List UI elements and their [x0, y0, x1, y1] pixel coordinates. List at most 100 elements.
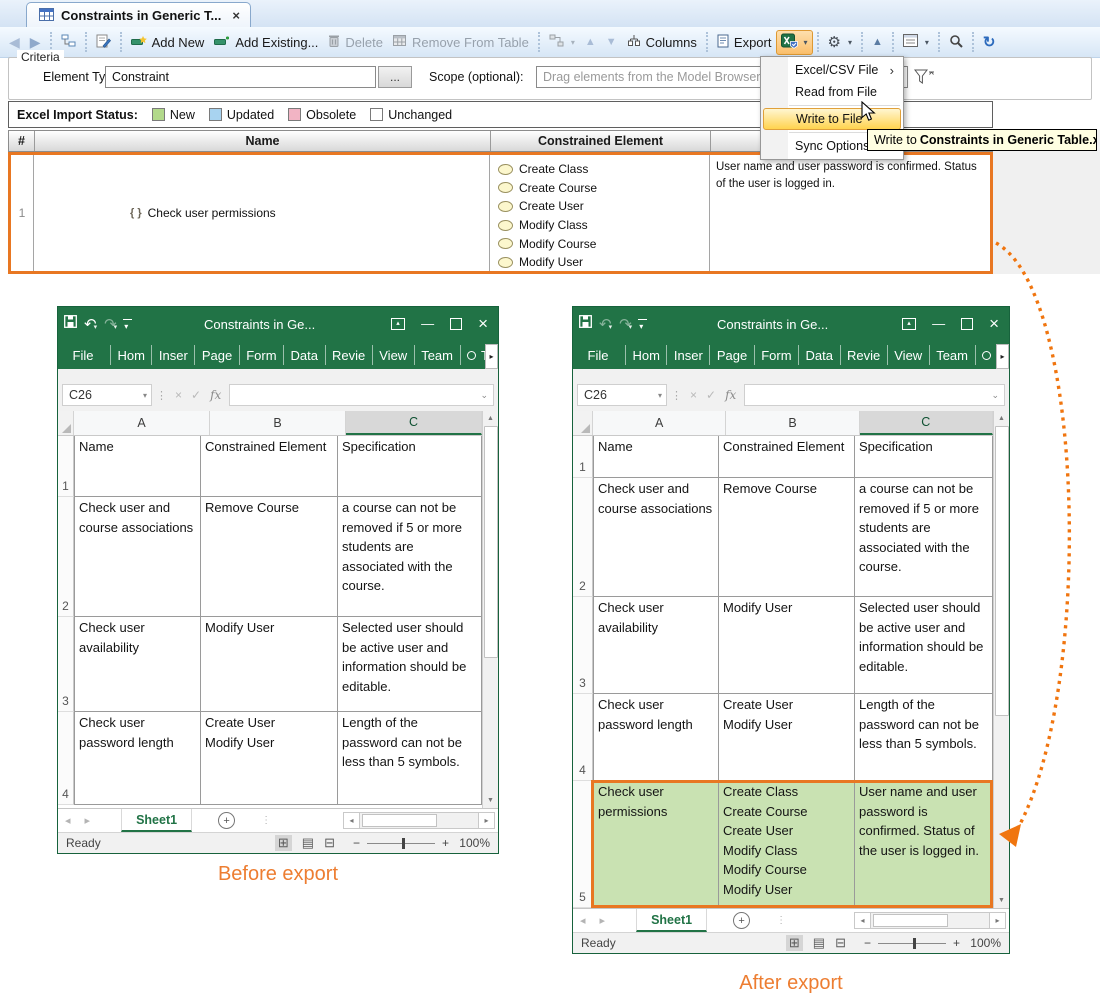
maximize-icon[interactable]: [450, 318, 462, 330]
scroll-up-icon[interactable]: ▲: [998, 411, 1005, 426]
zoom-slider-thumb[interactable]: [402, 838, 405, 849]
ribbon-overflow-icon[interactable]: ▸: [996, 344, 1009, 369]
properties-button[interactable]: ▾: [898, 31, 934, 53]
cell-a[interactable]: Check user and course associations: [74, 497, 201, 617]
customize-qat-icon[interactable]: ▾: [639, 318, 643, 331]
row-number[interactable]: 1: [58, 436, 74, 497]
ribbon-tab[interactable]: Data: [798, 345, 839, 365]
row-number[interactable]: 1: [573, 436, 593, 478]
ribbon-display-icon[interactable]: ▴: [902, 318, 916, 330]
ribbon-tab[interactable]: Revie: [840, 345, 887, 365]
column-header-name[interactable]: Name: [35, 131, 491, 151]
specification-cell[interactable]: User name and user password is confirmed…: [710, 155, 990, 271]
sheet-nav-right-icon[interactable]: ▸: [78, 814, 98, 827]
cell-a[interactable]: Check user availability: [74, 617, 201, 712]
horizontal-scrollbar[interactable]: ◂ ▸: [343, 812, 495, 829]
formula-expand-icon[interactable]: ⌄: [991, 390, 999, 401]
cell-c[interactable]: Selected user should be active user and …: [855, 597, 993, 694]
ribbon-tab[interactable]: Team: [929, 345, 975, 365]
ribbon-display-icon[interactable]: ▴: [391, 318, 405, 330]
cell-a[interactable]: Check user availability: [593, 597, 719, 694]
insert-function-icon[interactable]: fx: [725, 388, 736, 402]
cell-b[interactable]: Create User Modify User: [201, 712, 338, 805]
menu-item-excel-csv-file[interactable]: Excel/CSV File›: [761, 59, 903, 81]
normal-view-icon[interactable]: ⊞: [786, 935, 803, 951]
cell-b[interactable]: Remove Course: [719, 478, 855, 597]
delete-button[interactable]: Delete: [323, 31, 388, 53]
tab-close-icon[interactable]: ×: [232, 8, 240, 23]
column-header[interactable]: A: [74, 411, 210, 435]
scroll-down-icon[interactable]: ▼: [487, 793, 494, 808]
excel-sync-button[interactable]: ▾: [776, 30, 812, 55]
row-number[interactable]: 4: [58, 712, 74, 805]
scrollbar-thumb[interactable]: [362, 814, 437, 827]
page-break-icon[interactable]: ⊟: [835, 935, 846, 951]
insert-function-icon[interactable]: fx: [210, 388, 221, 402]
scrollbar-thumb[interactable]: [484, 426, 498, 658]
ribbon-overflow-icon[interactable]: ▸: [485, 344, 498, 369]
table-row[interactable]: 1 { }Check user permissions Create Class…: [8, 152, 993, 274]
close-icon[interactable]: ×: [989, 317, 999, 331]
constrained-element-item[interactable]: Create Class: [498, 160, 709, 179]
cell-b[interactable]: Create User Modify User: [719, 694, 855, 781]
ribbon-tab[interactable]: View: [372, 345, 414, 365]
cell-c[interactable]: a course can not be removed if 5 or more…: [338, 497, 482, 617]
scroll-left-icon[interactable]: ◂: [343, 812, 360, 829]
page-break-icon[interactable]: ⊟: [324, 835, 335, 851]
constrained-element-item[interactable]: Modify Class: [498, 216, 709, 235]
sheet-nav-left-icon[interactable]: ◂: [573, 914, 593, 927]
zoom-slider[interactable]: [878, 943, 946, 944]
add-sheet-icon[interactable]: +: [218, 812, 235, 829]
cell-a[interactable]: Check user permissions: [593, 781, 719, 908]
scroll-up-icon[interactable]: ▲: [487, 411, 494, 426]
sheet-tab[interactable]: Sheet1: [636, 909, 707, 932]
cancel-icon[interactable]: ×: [690, 388, 697, 402]
zoom-in-icon[interactable]: +: [442, 836, 449, 850]
element-type-input[interactable]: Constraint: [105, 66, 376, 88]
redo-button[interactable]: ↷▾: [619, 315, 632, 334]
sheet-nav-left-icon[interactable]: ◂: [58, 814, 78, 827]
collapse-criteria-button[interactable]: ▲: [867, 33, 888, 51]
add-new-button[interactable]: Add New: [126, 32, 210, 53]
add-sheet-icon[interactable]: +: [733, 912, 750, 929]
excel-title-bar[interactable]: ↶▾ ↷▾ ▾ Constraints in Ge... ▴ — ×: [58, 307, 498, 341]
ribbon-tab[interactable]: View: [887, 345, 929, 365]
scrollbar-thumb[interactable]: [873, 914, 948, 927]
search-button[interactable]: [944, 31, 968, 54]
undo-button[interactable]: ↶▾: [84, 315, 97, 334]
scroll-left-icon[interactable]: ◂: [854, 912, 871, 929]
move-down-button[interactable]: ▼: [601, 34, 622, 51]
export-button[interactable]: Export: [712, 31, 777, 54]
remove-from-table-button[interactable]: Remove From Table: [388, 32, 534, 53]
accept-icon[interactable]: ✓: [706, 388, 716, 402]
columns-button[interactable]: Columns: [622, 31, 702, 53]
name-box[interactable]: C26▾: [577, 384, 667, 406]
cell-c[interactable]: Specification: [338, 436, 482, 497]
menu-item-write-to-file[interactable]: Write to File: [763, 108, 901, 130]
ribbon-tab[interactable]: Hom: [625, 345, 666, 365]
cell-b[interactable]: Constrained Element: [719, 436, 855, 478]
save-icon[interactable]: [64, 315, 77, 333]
row-number[interactable]: 5: [573, 781, 593, 908]
ribbon-tab[interactable]: Page: [709, 345, 753, 365]
ribbon-tab[interactable]: Team: [414, 345, 460, 365]
accept-icon[interactable]: ✓: [191, 388, 201, 402]
zoom-in-icon[interactable]: +: [953, 936, 960, 950]
cell-a[interactable]: Check user and course associations: [593, 478, 719, 597]
ribbon-tab[interactable]: Form: [239, 345, 283, 365]
row-number[interactable]: 3: [573, 597, 593, 694]
scroll-right-icon[interactable]: ▸: [989, 912, 1006, 929]
scrollbar-thumb[interactable]: [995, 426, 1009, 716]
ribbon-tab[interactable]: Data: [283, 345, 324, 365]
vertical-scrollbar[interactable]: ▲ ▼: [482, 411, 498, 808]
vertical-scrollbar[interactable]: ▲ ▼: [993, 411, 1009, 908]
cell-a[interactable]: Check user password length: [593, 694, 719, 781]
constrained-element-item[interactable]: Create Course: [498, 179, 709, 198]
specification-button[interactable]: [91, 31, 116, 54]
row-number[interactable]: 2: [573, 478, 593, 597]
close-icon[interactable]: ×: [478, 317, 488, 331]
cell-b[interactable]: Constrained Element: [201, 436, 338, 497]
refresh-button[interactable]: ↻: [978, 30, 1001, 54]
create-relation-button[interactable]: ▾: [544, 31, 580, 53]
scroll-right-icon[interactable]: ▸: [478, 812, 495, 829]
